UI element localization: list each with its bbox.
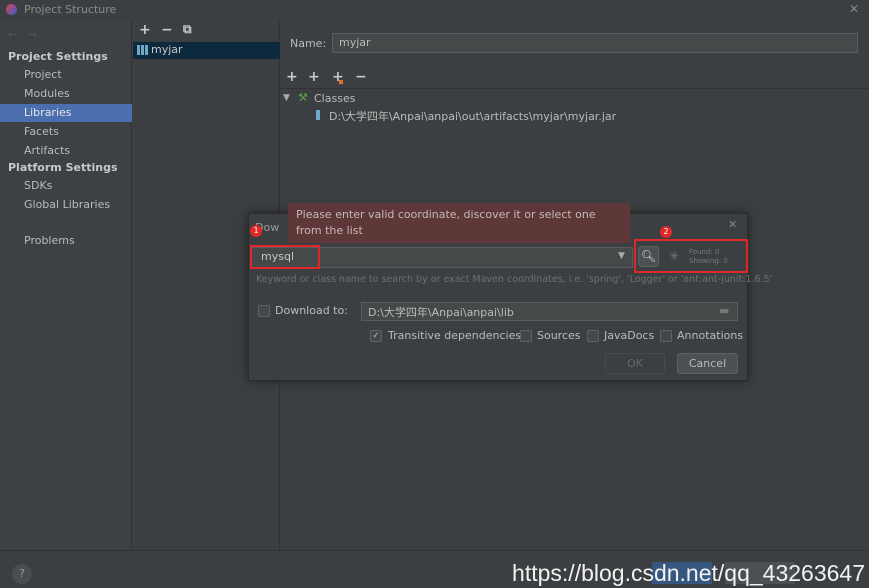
window-title: Project Structure xyxy=(24,3,117,16)
sidebar-item-problems[interactable]: Problems xyxy=(0,232,132,250)
sidebar-item-global-libraries[interactable]: Global Libraries xyxy=(0,196,132,214)
app-icon xyxy=(6,4,17,15)
annotation-box-2 xyxy=(634,239,748,273)
annotation-badge-1: 1 xyxy=(250,225,262,237)
validation-tooltip: Please enter valid coordinate, discover … xyxy=(288,203,630,243)
maven-badge-icon xyxy=(339,80,343,84)
watermark: https://blog.csdn.net/qq_43263647 xyxy=(512,560,865,586)
nav-arrows: ← → xyxy=(8,28,37,41)
sidebar-item-sdks[interactable]: SDKs xyxy=(0,177,132,195)
cancel-button[interactable]: Cancel xyxy=(677,353,738,374)
add-classes-button[interactable]: + xyxy=(308,69,320,85)
folder-icon[interactable]: ▬ xyxy=(719,304,729,317)
sources-checkbox[interactable] xyxy=(520,330,532,342)
classes-node[interactable]: Classes xyxy=(314,92,355,105)
library-icon xyxy=(137,45,148,55)
sidebar-item-facets[interactable]: Facets xyxy=(0,123,132,141)
name-input[interactable]: myjar xyxy=(332,33,858,53)
sidebar-item-artifacts[interactable]: Artifacts xyxy=(0,142,132,160)
help-button[interactable]: ? xyxy=(12,564,32,584)
window-close-button[interactable]: ✕ xyxy=(849,2,859,16)
download-to-label: Download to: xyxy=(275,304,348,317)
remove-root-button[interactable]: − xyxy=(355,69,367,85)
search-hint: Keyword or class name to search by or ex… xyxy=(256,274,773,285)
sidebar-item-project[interactable]: Project xyxy=(0,66,132,84)
forward-button[interactable]: → xyxy=(28,28,37,41)
add-root-button[interactable]: + xyxy=(286,69,298,85)
hammer-icon: ⚒ xyxy=(298,91,308,104)
sidebar-item-modules[interactable]: Modules xyxy=(0,85,132,103)
class-path-item[interactable]: D:\大学四年\Anpai\anpai\out\artifacts\myjar\… xyxy=(329,108,616,124)
sidebar-item-libraries[interactable]: Libraries xyxy=(0,104,132,122)
download-to-checkbox[interactable] xyxy=(258,305,270,317)
dialog-close-button[interactable]: ✕ xyxy=(728,218,737,231)
section-project-settings: Project Settings xyxy=(8,50,108,63)
divider xyxy=(280,88,869,89)
annotations-checkbox[interactable] xyxy=(660,330,672,342)
jar-icon xyxy=(316,110,320,120)
transitive-checkbox[interactable]: ✓ xyxy=(370,330,382,342)
library-item-myjar[interactable]: myjar xyxy=(133,42,280,59)
expand-arrow-icon[interactable]: ▼ xyxy=(283,93,290,103)
remove-library-button[interactable]: − xyxy=(161,22,173,38)
sources-label: Sources xyxy=(537,329,581,342)
add-library-button[interactable]: + xyxy=(139,22,151,38)
javadocs-checkbox[interactable] xyxy=(587,330,599,342)
javadocs-label: JavaDocs xyxy=(604,329,655,342)
transitive-label: Transitive dependencies xyxy=(388,329,522,342)
search-input[interactable]: mysql xyxy=(250,245,320,269)
chevron-down-icon[interactable]: ▼ xyxy=(618,251,625,261)
section-platform-settings: Platform Settings xyxy=(8,161,118,174)
copy-library-button[interactable]: ⧉ xyxy=(183,22,192,37)
annotations-label: Annotations xyxy=(677,329,744,342)
ok-button[interactable]: OK xyxy=(605,353,665,374)
name-label: Name: xyxy=(290,37,327,50)
title-bar: Project Structure xyxy=(0,0,869,20)
annotation-badge-2: 2 xyxy=(660,226,672,238)
back-button[interactable]: ← xyxy=(8,28,17,41)
download-path-input[interactable]: D:\大学四年\Anpai\anpai\lib xyxy=(361,302,738,321)
